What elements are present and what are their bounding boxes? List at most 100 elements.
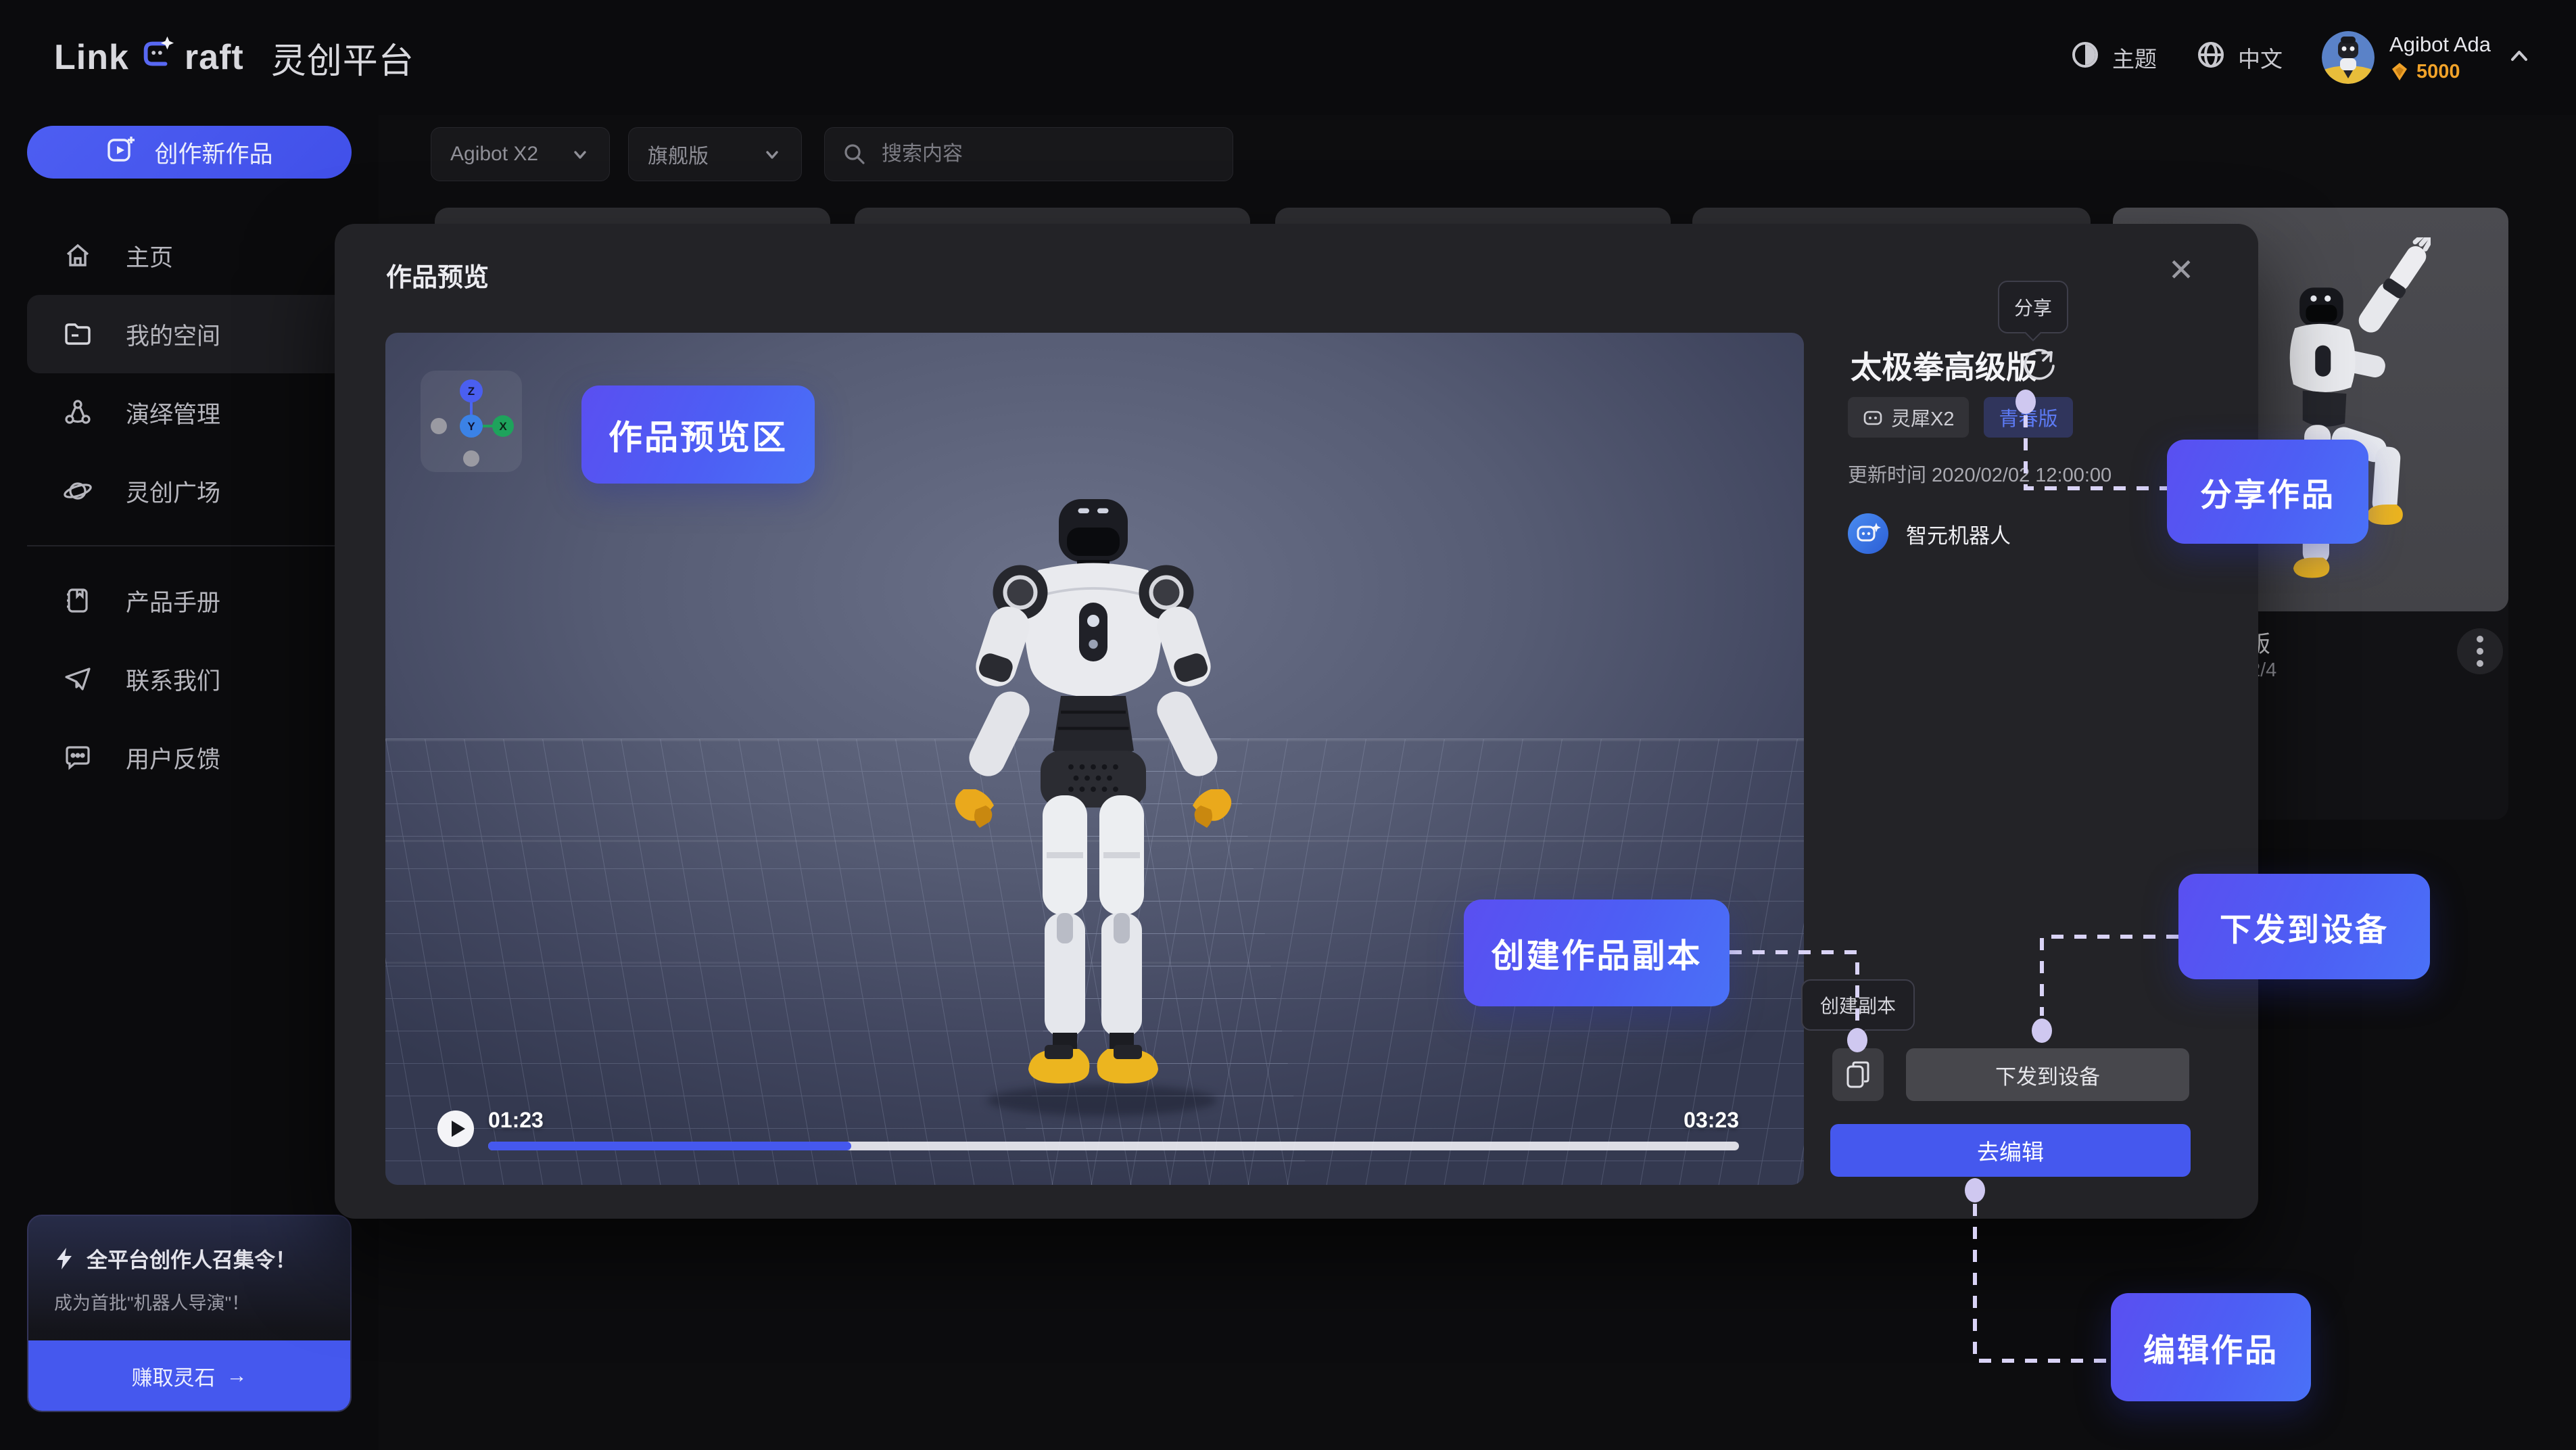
earn-gems-button[interactable]: 赚取灵石 → (28, 1340, 350, 1411)
theme-label: 主题 (2112, 41, 2157, 74)
theme-toggle[interactable]: 主题 (2070, 40, 2157, 75)
language-switcher[interactable]: 中文 (2196, 40, 2283, 75)
user-meta: Agibot Ada 5000 (2389, 32, 2491, 83)
agibot-logo-icon (1855, 521, 1881, 546)
brand-logo: Link raft 灵创平台 (54, 32, 414, 83)
kebab-icon (2475, 634, 2485, 669)
sidebar-item-contact-us[interactable]: 联系我们 (0, 640, 379, 718)
edit-button-label: 去编辑 (1977, 1134, 2044, 1167)
user-menu[interactable]: Agibot Ada 5000 (2322, 31, 2533, 84)
brand-latin-prefix: Link (54, 37, 129, 78)
create-new-work-button[interactable]: 创作新作品 (27, 126, 352, 179)
updated-timestamp: 更新时间 2020/02/02 12:00:00 (1848, 459, 2112, 488)
language-label: 中文 (2238, 41, 2283, 74)
edition-filter-dropdown[interactable]: 旗舰版 (628, 127, 802, 181)
sidebar-nav: 主页 我的空间 演绎管理 灵创广场 (0, 216, 379, 797)
work-tags: 灵犀X2 青春版 (1848, 397, 2073, 438)
promo-headline: 全平台创作人召集令！ (87, 1243, 296, 1273)
sidebar-item-feedback[interactable]: 用户反馈 (0, 718, 379, 797)
share-icon[interactable] (2022, 347, 2059, 383)
gizmo-neg-z-dot (463, 450, 479, 467)
gizmo-z-label: Z (468, 385, 475, 398)
paper-plane-icon (62, 663, 93, 695)
promo-subline: 成为首批"机器人导演"！ (54, 1288, 350, 1315)
player-current-time: 01:23 (488, 1108, 544, 1133)
theme-contrast-icon (2070, 40, 2100, 75)
credits-badge: 5000 (2389, 61, 2491, 83)
top-bar: Link raft 灵创平台 主题 中文 (0, 0, 2576, 115)
tag-robot-model: 灵犀X2 (1848, 397, 1969, 438)
header-actions: 主题 中文 (2070, 31, 2533, 84)
search-box[interactable] (824, 127, 1233, 181)
chevron-down-icon (762, 144, 782, 164)
feedback-chat-icon (62, 742, 93, 773)
user-name: Agibot Ada (2389, 32, 2491, 57)
callout-create-copy: 创建作品副本 (1464, 899, 1730, 1006)
sidebar-item-label: 灵创广场 (126, 474, 220, 509)
gem-icon (2389, 62, 2410, 82)
arrow-right-icon: → (226, 1363, 247, 1388)
sidebar-item-label: 用户反馈 (126, 741, 220, 775)
edition-filter-value: 旗舰版 (648, 139, 709, 169)
sidebar-item-performance-management[interactable]: 演绎管理 (0, 373, 379, 452)
callout-edit-work: 编辑作品 (2111, 1293, 2311, 1401)
search-icon (842, 142, 867, 166)
brand-latin-suffix: raft (185, 37, 244, 78)
home-icon (62, 240, 93, 271)
sidebar: 创作新作品 主页 我的空间 演绎管理 (0, 115, 379, 1450)
close-icon[interactable]: ✕ (2162, 251, 2200, 289)
gizmo-x-label: X (499, 420, 507, 433)
callout-share-work: 分享作品 (2167, 440, 2368, 544)
author-avatar (1848, 513, 1888, 554)
folder-icon (62, 319, 93, 350)
sidebar-item-home[interactable]: 主页 (0, 216, 379, 295)
nodes-icon (62, 397, 93, 428)
sidebar-item-label: 主页 (126, 239, 173, 273)
model-filter-dropdown[interactable]: Agibot X2 (431, 127, 610, 181)
manual-book-icon (62, 585, 93, 616)
create-work-icon (105, 134, 137, 171)
gizmo-neg-x-dot (431, 418, 447, 434)
card-more-menu-button[interactable] (2457, 628, 2503, 674)
copy-icon (1844, 1060, 1871, 1090)
play-button[interactable] (437, 1110, 475, 1148)
axis-gizmo[interactable]: Z Y X (421, 371, 522, 472)
sidebar-item-label: 产品手册 (126, 584, 220, 618)
sidebar-item-product-manual[interactable]: 产品手册 (0, 561, 379, 640)
earn-gems-label: 赚取灵石 (132, 1361, 216, 1391)
tag-edition-label: 青春版 (1999, 403, 2057, 431)
gizmo-y-label: Y (467, 420, 475, 433)
planet-icon (62, 475, 93, 507)
create-copy-button[interactable] (1832, 1048, 1884, 1101)
sidebar-item-label: 联系我们 (126, 662, 220, 697)
app-window: Link raft 灵创平台 主题 中文 (0, 0, 2576, 1450)
deploy-button-label: 下发到设备 (1995, 1060, 2100, 1090)
user-avatar (2322, 31, 2375, 84)
work-preview-modal: 作品预览 ✕ (335, 224, 2258, 1219)
deploy-to-device-button[interactable]: 下发到设备 (1906, 1048, 2189, 1101)
copy-tooltip-label: 创建副本 (1820, 991, 1896, 1019)
tag-edition: 青春版 (1984, 397, 2072, 438)
tooltip-tail (1849, 1021, 1866, 1038)
sidebar-item-plaza[interactable]: 灵创广场 (0, 452, 379, 530)
brand-cn-name: 灵创平台 (271, 32, 414, 83)
sidebar-item-my-space[interactable]: 我的空间 (27, 295, 352, 373)
chevron-up-icon[interactable] (2506, 43, 2533, 73)
player-total-time: 03:23 (1684, 1108, 1739, 1133)
credits-value: 5000 (2416, 61, 2460, 83)
humanoid-robot-model[interactable] (941, 495, 1245, 1104)
author-row: 智元机器人 (1848, 513, 2011, 554)
creator-promo-card: 全平台创作人召集令！ 成为首批"机器人导演"！ 赚取灵石 → (27, 1215, 352, 1412)
player-progress-fill (488, 1142, 851, 1150)
sidebar-item-label: 演绎管理 (126, 396, 220, 430)
globe-icon (2196, 40, 2226, 75)
work-title: 太极拳高级版 (1851, 343, 2037, 388)
sidebar-item-label: 我的空间 (126, 317, 220, 352)
author-name: 智元机器人 (1906, 519, 2011, 549)
player-progress-bar[interactable] (488, 1142, 1739, 1150)
search-input[interactable] (880, 142, 1205, 166)
go-edit-button[interactable]: 去编辑 (1830, 1124, 2191, 1177)
robot-face-icon (1863, 407, 1883, 427)
brand-c-robot-icon (139, 35, 175, 80)
chevron-down-icon (570, 144, 590, 164)
